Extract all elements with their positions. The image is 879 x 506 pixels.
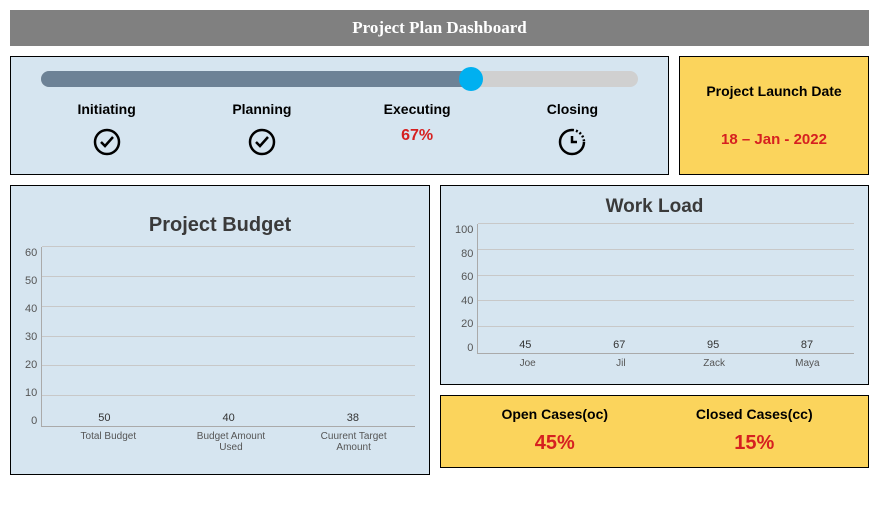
phase-label: Planning [184,101,339,117]
phase-planning: Planning [184,101,339,162]
open-cases: Open Cases(oc) 45% [455,406,655,455]
phase-label: Initiating [29,101,184,117]
closed-cases-value: 15% [655,432,855,455]
chart-title: Project Budget [25,214,415,237]
chart-title: Work Load [455,196,854,218]
phase-executing: Executing 67% [340,101,495,162]
launch-title: Project Launch Date [686,83,862,99]
closed-cases: Closed Cases(cc) 15% [655,406,855,455]
phase-progress [41,71,638,87]
phase-initiating: Initiating [29,101,184,162]
launch-date-value: 18 – Jan - 2022 [686,131,862,148]
phase-label: Closing [495,101,650,117]
bar: 45 [485,339,565,353]
cases-card: Open Cases(oc) 45% Closed Cases(cc) 15% [440,395,869,468]
phase-percent: 67% [340,127,495,145]
bar: 50 [59,412,149,426]
bar: 67 [579,339,659,353]
budget-chart: Project Budget 6050403020100 504038 Tota… [10,185,430,475]
launch-date-card: Project Launch Date 18 – Jan - 2022 [679,56,869,175]
bar: 95 [673,339,753,353]
phase-label: Executing [340,101,495,117]
dashboard-title: Project Plan Dashboard [10,10,869,46]
phases-card: Initiating Planning Executing 67% Closin… [10,56,669,175]
workload-chart: Work Load 100806040200 45679587 JoeJilZa… [440,185,869,385]
bar: 87 [767,339,847,353]
closed-cases-label: Closed Cases(cc) [655,406,855,422]
check-circle-icon [247,127,277,162]
check-circle-icon [92,127,122,162]
open-cases-label: Open Cases(oc) [455,406,655,422]
clock-dashed-icon [557,127,587,162]
open-cases-value: 45% [455,432,655,455]
phase-closing: Closing [495,101,650,162]
bar: 40 [184,412,274,426]
bar: 38 [308,412,398,426]
